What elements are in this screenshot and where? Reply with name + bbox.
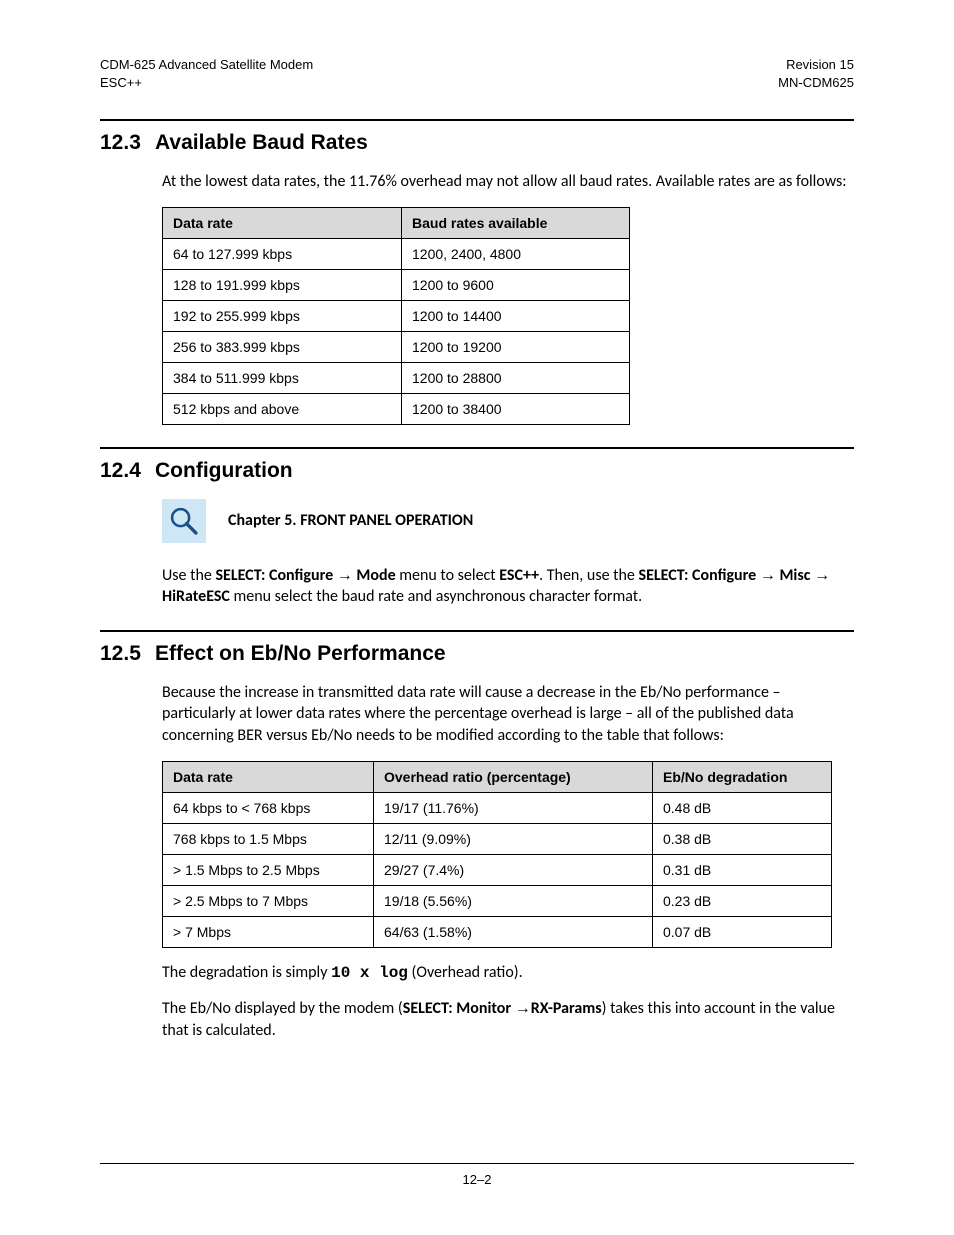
page-number: 12–2 — [100, 1172, 854, 1187]
table-cell: > 1.5 Mbps to 2.5 Mbps — [163, 854, 374, 885]
table-cell: 1200 to 38400 — [402, 393, 630, 424]
document-page: CDM-625 Advanced Satellite Modem ESC++ R… — [0, 0, 954, 1235]
section-title: Effect on Eb/No Performance — [155, 642, 446, 666]
table-row: 384 to 511.999 kbps1200 to 28800 — [163, 362, 630, 393]
arrow-icon: → — [515, 1000, 531, 1017]
table-row: 128 to 191.999 kbps1200 to 9600 — [163, 269, 630, 300]
arrow-icon: → — [760, 567, 776, 584]
table-cell: 768 kbps to 1.5 Mbps — [163, 823, 374, 854]
page-footer: 12–2 — [100, 1163, 854, 1187]
baud-rate-table: Data rate Baud rates available 64 to 127… — [162, 207, 630, 425]
table-row: 64 to 127.999 kbps1200, 2400, 4800 — [163, 238, 630, 269]
table-row: 768 kbps to 1.5 Mbps12/11 (9.09%)0.38 dB — [163, 823, 832, 854]
header-revision: Revision 15 — [778, 56, 854, 74]
section-number: 12.3 — [100, 131, 155, 155]
table-cell: 29/27 (7.4%) — [374, 854, 653, 885]
reference-text: Chapter 5. FRONT PANEL OPERATION — [228, 511, 473, 530]
table-cell: 128 to 191.999 kbps — [163, 269, 402, 300]
table-cell: 1200 to 28800 — [402, 362, 630, 393]
section-rule — [100, 119, 854, 121]
table-cell: > 7 Mbps — [163, 916, 374, 947]
header-section: ESC++ — [100, 74, 313, 92]
table-header: Overhead ratio (percentage) — [374, 761, 653, 792]
degradation-formula: The degradation is simply 10 x log (Over… — [162, 962, 854, 985]
arrow-icon: → — [337, 567, 353, 584]
table-header: Data rate — [163, 207, 402, 238]
table-row: > 1.5 Mbps to 2.5 Mbps29/27 (7.4%)0.31 d… — [163, 854, 832, 885]
intro-text: At the lowest data rates, the 11.76% ove… — [162, 171, 854, 193]
table-cell: 1200, 2400, 4800 — [402, 238, 630, 269]
magnifier-icon — [162, 499, 206, 543]
table-cell: 0.48 dB — [653, 792, 832, 823]
table-cell: 1200 to 14400 — [402, 300, 630, 331]
section-heading-12-5: 12.5 Effect on Eb/No Performance — [100, 642, 854, 666]
table-row: 192 to 255.999 kbps1200 to 14400 — [163, 300, 630, 331]
table-cell: 0.23 dB — [653, 885, 832, 916]
page-header: CDM-625 Advanced Satellite Modem ESC++ R… — [100, 56, 854, 91]
arrow-icon: → — [814, 567, 830, 584]
table-cell: 192 to 255.999 kbps — [163, 300, 402, 331]
ebno-note: The Eb/No displayed by the modem (SELECT… — [162, 998, 854, 1041]
table-row: > 7 Mbps64/63 (1.58%)0.07 dB — [163, 916, 832, 947]
section-heading-12-3: 12.3 Available Baud Rates — [100, 131, 854, 155]
table-cell: 1200 to 19200 — [402, 331, 630, 362]
table-row: 256 to 383.999 kbps1200 to 19200 — [163, 331, 630, 362]
table-cell: 64/63 (1.58%) — [374, 916, 653, 947]
section-title: Available Baud Rates — [155, 131, 368, 155]
footer-rule — [100, 1163, 854, 1164]
section-body-12-3: At the lowest data rates, the 11.76% ove… — [162, 171, 854, 425]
section-title: Configuration — [155, 459, 293, 483]
section-heading-12-4: 12.4 Configuration — [100, 459, 854, 483]
config-instruction: Use the SELECT: Configure → Mode menu to… — [162, 565, 854, 608]
table-cell: 12/11 (9.09%) — [374, 823, 653, 854]
table-row: 64 kbps to < 768 kbps19/17 (11.76%)0.48 … — [163, 792, 832, 823]
table-cell: 64 kbps to < 768 kbps — [163, 792, 374, 823]
table-cell: 0.31 dB — [653, 854, 832, 885]
section-number: 12.5 — [100, 642, 155, 666]
table-cell: 384 to 511.999 kbps — [163, 362, 402, 393]
section-rule — [100, 630, 854, 632]
intro-text: Because the increase in transmitted data… — [162, 682, 854, 747]
table-cell: 256 to 383.999 kbps — [163, 331, 402, 362]
section-body-12-5: Because the increase in transmitted data… — [162, 682, 854, 1042]
header-right: Revision 15 MN-CDM625 — [778, 56, 854, 91]
degradation-table: Data rate Overhead ratio (percentage) Eb… — [162, 761, 832, 948]
section-body-12-4: Chapter 5. FRONT PANEL OPERATION Use the… — [162, 499, 854, 608]
section-rule — [100, 447, 854, 449]
table-cell: 0.07 dB — [653, 916, 832, 947]
header-left: CDM-625 Advanced Satellite Modem ESC++ — [100, 56, 313, 91]
header-docnum: MN-CDM625 — [778, 74, 854, 92]
table-header: Data rate — [163, 761, 374, 792]
table-cell: 19/18 (5.56%) — [374, 885, 653, 916]
table-cell: 512 kbps and above — [163, 393, 402, 424]
table-cell: > 2.5 Mbps to 7 Mbps — [163, 885, 374, 916]
section-number: 12.4 — [100, 459, 155, 483]
table-cell: 0.38 dB — [653, 823, 832, 854]
table-row: 512 kbps and above1200 to 38400 — [163, 393, 630, 424]
table-cell: 1200 to 9600 — [402, 269, 630, 300]
reference-row: Chapter 5. FRONT PANEL OPERATION — [162, 499, 854, 543]
table-header: Eb/No degradation — [653, 761, 832, 792]
table-cell: 19/17 (11.76%) — [374, 792, 653, 823]
table-cell: 64 to 127.999 kbps — [163, 238, 402, 269]
table-row: > 2.5 Mbps to 7 Mbps19/18 (5.56%)0.23 dB — [163, 885, 832, 916]
header-doc-title: CDM-625 Advanced Satellite Modem — [100, 56, 313, 74]
table-header: Baud rates available — [402, 207, 630, 238]
